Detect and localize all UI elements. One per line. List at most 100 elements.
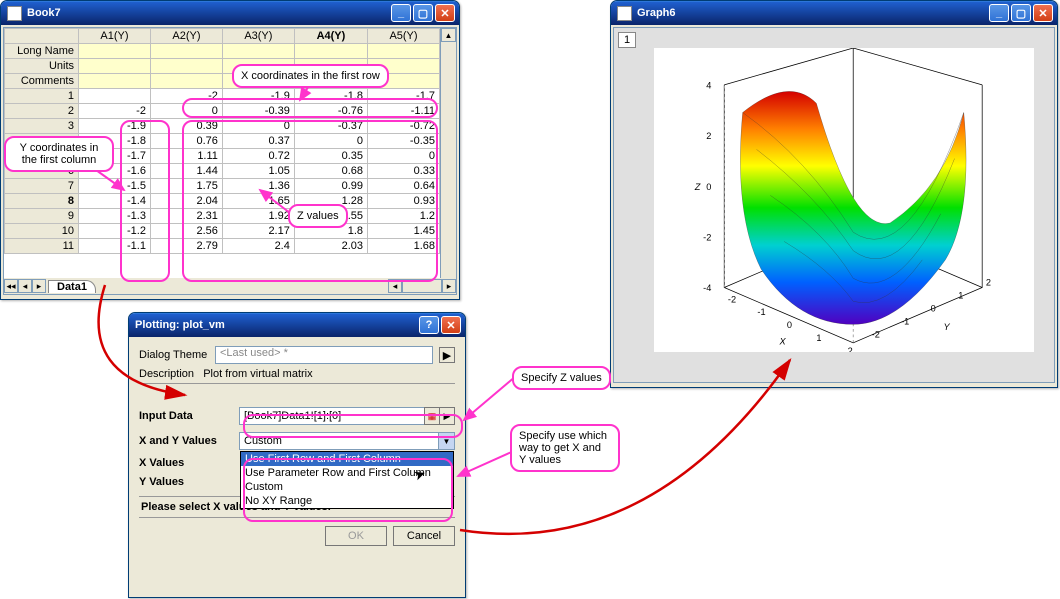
theme-menu-button[interactable]: ▶ xyxy=(439,347,455,363)
close-button[interactable]: ✕ xyxy=(441,316,461,334)
scroll-left-icon[interactable]: ◂ xyxy=(388,279,402,293)
cell[interactable]: 1.45 xyxy=(368,224,440,239)
cell[interactable]: 0.68 xyxy=(294,164,367,179)
close-button[interactable]: ✕ xyxy=(435,4,455,22)
cell[interactable]: 1.36 xyxy=(222,179,294,194)
cell[interactable]: -1.2 xyxy=(79,224,151,239)
col-header[interactable]: A4(Y) xyxy=(294,29,367,44)
vertical-scrollbar[interactable]: ▲ xyxy=(440,28,456,278)
cell[interactable]: 2.56 xyxy=(150,224,222,239)
dropdown-option[interactable]: No XY Range xyxy=(241,494,453,508)
cell[interactable]: -0.35 xyxy=(368,134,440,149)
cell[interactable]: 1.44 xyxy=(150,164,222,179)
hscroll-thumb[interactable] xyxy=(402,279,442,293)
cell[interactable]: 1.2 xyxy=(368,209,440,224)
cell[interactable]: -2 xyxy=(79,104,151,119)
theme-input[interactable]: <Last used> * xyxy=(215,346,433,364)
row-number[interactable]: 8 xyxy=(5,194,79,209)
tab-prev-icon[interactable]: ◂ xyxy=(18,279,32,293)
row-number[interactable]: 9 xyxy=(5,209,79,224)
maximize-button[interactable]: ▢ xyxy=(1011,4,1031,22)
cell[interactable]: -0.76 xyxy=(294,104,367,119)
row-number[interactable]: 1 xyxy=(5,89,79,104)
row-number[interactable]: 7 xyxy=(5,179,79,194)
tab-next-icon[interactable]: ▸ xyxy=(32,279,46,293)
cell[interactable]: 1.05 xyxy=(222,164,294,179)
workbook-titlebar[interactable]: Book7 _ ▢ ✕ xyxy=(1,1,459,25)
cell[interactable]: -1.8 xyxy=(294,89,367,104)
xy-values-select[interactable]: Custom ▼ Use First Row and First ColumnU… xyxy=(239,432,455,450)
cell[interactable]: -0.37 xyxy=(294,119,367,134)
cell[interactable]: 1.65 xyxy=(222,194,294,209)
cell[interactable]: 0.93 xyxy=(368,194,440,209)
cell[interactable]: 0.76 xyxy=(150,134,222,149)
cell[interactable]: -1.7 xyxy=(368,89,440,104)
cell[interactable] xyxy=(79,89,151,104)
cell[interactable]: 0 xyxy=(368,149,440,164)
cell[interactable]: 0 xyxy=(150,104,222,119)
cell[interactable]: 2.4 xyxy=(222,239,294,254)
cell[interactable]: 1.92 xyxy=(222,209,294,224)
col-header[interactable]: A1(Y) xyxy=(79,29,151,44)
plot-vm-dialog: Plotting: plot_vm ? ✕ Dialog Theme <Last… xyxy=(128,312,466,598)
cell[interactable]: 0 xyxy=(294,134,367,149)
row-label[interactable]: Long Name xyxy=(5,44,79,59)
close-button[interactable]: ✕ xyxy=(1033,4,1053,22)
cell[interactable]: -2 xyxy=(150,89,222,104)
row-label[interactable]: Units xyxy=(5,59,79,74)
cell[interactable]: 0.72 xyxy=(222,149,294,164)
tab-first-icon[interactable]: ◂◂ xyxy=(4,279,18,293)
minimize-button[interactable]: _ xyxy=(989,4,1009,22)
cell[interactable]: 0.99 xyxy=(294,179,367,194)
input-data-field[interactable]: [Book7]Data1![1]:[0] xyxy=(239,407,425,425)
svg-text:1: 1 xyxy=(816,333,821,343)
cell[interactable]: -1.9 xyxy=(222,89,294,104)
cell[interactable]: 0.64 xyxy=(368,179,440,194)
col-header[interactable]: A5(Y) xyxy=(368,29,440,44)
scroll-up-icon[interactable]: ▲ xyxy=(441,28,456,42)
graph-titlebar[interactable]: Graph6 _ ▢ ✕ xyxy=(611,1,1057,25)
cell[interactable]: 2.04 xyxy=(150,194,222,209)
cell[interactable]: -1.4 xyxy=(79,194,151,209)
dialog-titlebar[interactable]: Plotting: plot_vm ? ✕ xyxy=(129,313,465,337)
cell[interactable]: -1.5 xyxy=(79,179,151,194)
cell[interactable]: -0.72 xyxy=(368,119,440,134)
cell[interactable]: -1.9 xyxy=(79,119,151,134)
scroll-right-icon[interactable]: ▸ xyxy=(442,279,456,293)
cell[interactable]: 0.39 xyxy=(150,119,222,134)
cell[interactable]: 0 xyxy=(222,119,294,134)
cell[interactable]: -1.11 xyxy=(368,104,440,119)
cell[interactable]: 1.11 xyxy=(150,149,222,164)
cell[interactable]: -1.1 xyxy=(79,239,151,254)
row-label[interactable]: Comments xyxy=(5,74,79,89)
row-number[interactable]: 3 xyxy=(5,119,79,134)
row-number[interactable]: 10 xyxy=(5,224,79,239)
cell[interactable]: 2.31 xyxy=(150,209,222,224)
cell[interactable]: -1.3 xyxy=(79,209,151,224)
ok-button[interactable]: OK xyxy=(325,526,387,546)
help-button[interactable]: ? xyxy=(419,316,439,334)
cell[interactable]: -0.39 xyxy=(222,104,294,119)
cell[interactable]: 2.17 xyxy=(222,224,294,239)
cell[interactable]: 1.68 xyxy=(368,239,440,254)
range-flyout-button[interactable]: ▶ xyxy=(439,407,455,425)
cell[interactable]: 0.35 xyxy=(294,149,367,164)
row-number[interactable]: 11 xyxy=(5,239,79,254)
cell[interactable]: 1.75 xyxy=(150,179,222,194)
cell[interactable]: 2.03 xyxy=(294,239,367,254)
description-text: Plot from virtual matrix xyxy=(203,368,312,380)
chevron-down-icon[interactable]: ▼ xyxy=(438,433,454,449)
row-number[interactable]: 2 xyxy=(5,104,79,119)
cell[interactable]: 0.33 xyxy=(368,164,440,179)
layer-badge[interactable]: 1 xyxy=(618,32,636,48)
minimize-button[interactable]: _ xyxy=(391,4,411,22)
range-picker-button[interactable]: ▦ xyxy=(424,407,440,425)
cell[interactable]: 2.79 xyxy=(150,239,222,254)
cancel-button[interactable]: Cancel xyxy=(393,526,455,546)
cell[interactable]: 0.37 xyxy=(222,134,294,149)
sheet-tab[interactable]: Data1 xyxy=(48,280,96,293)
svg-text:1: 1 xyxy=(958,291,963,301)
maximize-button[interactable]: ▢ xyxy=(413,4,433,22)
col-header[interactable]: A3(Y) xyxy=(222,29,294,44)
col-header[interactable]: A2(Y) xyxy=(150,29,222,44)
